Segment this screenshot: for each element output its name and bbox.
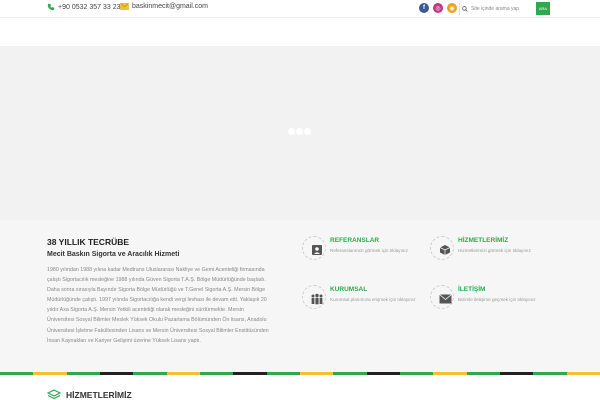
phone-number: +90 0532 357 33 23	[58, 3, 121, 11]
feature-desc: Kurumsal planımıza erişmek için tıklayın…	[330, 297, 416, 302]
facebook-icon[interactable]: f	[419, 3, 429, 13]
color-stripe	[0, 372, 600, 375]
stripe-segment	[99, 372, 134, 375]
loader-dot	[296, 128, 303, 135]
social-links: f ◎ ◉	[419, 3, 457, 13]
stripe-segment	[133, 372, 167, 375]
feature-contact[interactable]: İLETİŞİM Bizimle iletişime geçmek için t…	[430, 285, 580, 315]
feature-desc: Hizmetlerimizi görmek için tıklayınız	[458, 248, 531, 253]
team-icon	[310, 293, 324, 305]
phone-icon	[47, 3, 55, 11]
stripe-segment	[0, 372, 34, 375]
feature-title: İLETİŞİM	[458, 286, 486, 293]
stripe-segment	[199, 372, 234, 375]
stripe-segment	[466, 372, 500, 375]
stripe-segment	[533, 372, 567, 375]
feature-title: REFERANSLAR	[330, 237, 380, 244]
email-address: baskinmecit@gmail.com	[132, 3, 208, 10]
loader-dot	[304, 128, 311, 135]
about-text: 1980 yılından 1988 yılına kadar Medtrans…	[47, 267, 269, 344]
feature-services[interactable]: HİZMETLERİMİZ Hizmetlerimizi görmek için…	[430, 236, 580, 266]
stripe-segment	[399, 372, 434, 375]
stripe-segment	[433, 372, 467, 375]
stripe-segment	[233, 372, 267, 375]
search-button[interactable]: ARA	[536, 2, 550, 15]
about-subtitle: Mecit Baskın Sigorta ve Aracılık Hizmeti	[47, 251, 180, 258]
stripe-segment	[299, 372, 334, 375]
services-heading: HİZMETLERİMİZ	[47, 389, 132, 400]
instagram-icon[interactable]: ◎	[433, 3, 443, 13]
stripe-segment	[266, 372, 300, 375]
stripe-segment	[333, 372, 367, 375]
rss-icon[interactable]: ◉	[447, 3, 457, 13]
top-bar: +90 0532 357 33 23 baskinmecit@gmail.com…	[0, 0, 600, 18]
search-icon	[462, 6, 468, 12]
search-input[interactable]	[471, 6, 531, 12]
envelope-icon	[120, 3, 129, 10]
feature-title: HİZMETLERİMİZ	[458, 237, 509, 244]
stripe-segment	[366, 372, 400, 375]
stripe-segment	[66, 372, 100, 375]
divider	[459, 3, 460, 15]
stripe-segment	[33, 372, 67, 375]
stripe-segment	[566, 372, 600, 375]
envelope-icon	[438, 293, 452, 305]
stripe-segment	[166, 372, 200, 375]
cube-icon	[438, 244, 452, 256]
about-title: 38 YILLIK TECRÜBE	[47, 237, 130, 247]
phone-contact[interactable]: +90 0532 357 33 23	[47, 3, 120, 11]
feature-desc: Referanslarımızı görmek için tıklayınız	[330, 248, 408, 253]
loading-indicator	[288, 128, 311, 135]
stripe-segment	[499, 372, 534, 375]
section-title: HİZMETLERİMİZ	[66, 390, 132, 400]
loader-dot	[288, 128, 295, 135]
cube-icon	[47, 389, 61, 400]
contact-card-icon	[310, 244, 324, 256]
search-box	[462, 2, 532, 16]
email-contact[interactable]: baskinmecit@gmail.com	[120, 3, 208, 10]
feature-desc: Bizimle iletişime geçmek için tıklayınız	[458, 297, 536, 302]
feature-title: KURUMSAL	[330, 286, 368, 293]
